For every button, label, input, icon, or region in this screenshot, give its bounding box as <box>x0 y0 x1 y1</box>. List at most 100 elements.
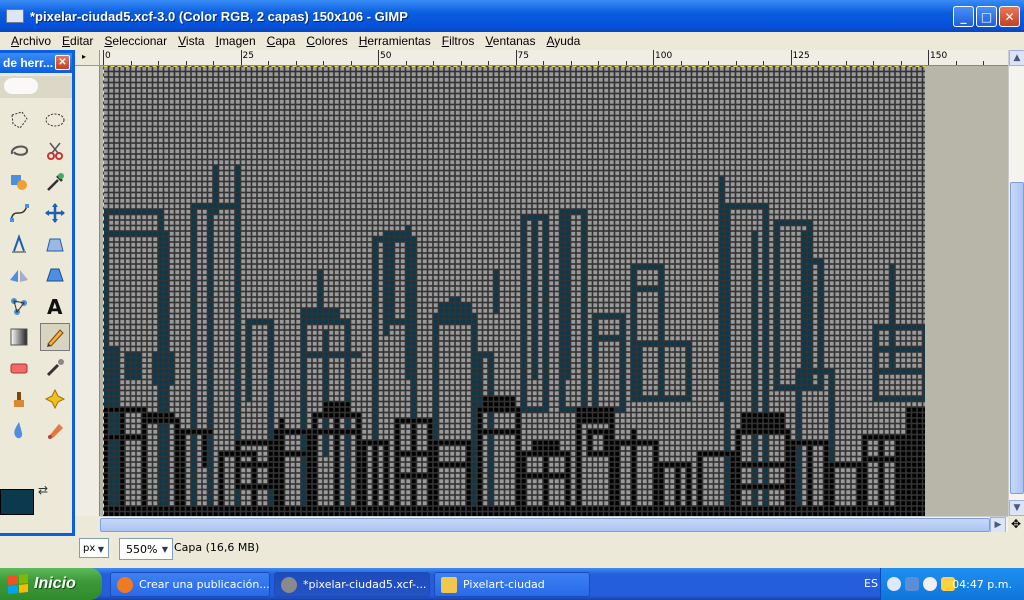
pixel-cell <box>428 116 433 121</box>
lasso-tool-button[interactable] <box>4 137 34 165</box>
free-select-tool-button[interactable] <box>4 106 34 134</box>
pixel-cell <box>323 187 328 192</box>
cage-transform-tool-button[interactable] <box>40 261 70 289</box>
pixel-cell <box>791 182 796 187</box>
pixel-cell <box>763 226 768 231</box>
wilber-drop-area[interactable] <box>0 76 72 98</box>
flip-tool-button[interactable] <box>4 261 34 289</box>
ruler-corner[interactable]: ▸ <box>75 50 100 66</box>
menu-capa[interactable]: Capa <box>262 34 302 48</box>
clone-tool-button[interactable] <box>4 385 34 413</box>
pixel-cell <box>593 88 598 93</box>
pixel-cell <box>263 143 268 148</box>
canvas-area[interactable] <box>100 66 1008 516</box>
pixel-cell <box>197 231 202 236</box>
pixel-cell <box>730 83 735 88</box>
blur-tool-button[interactable] <box>4 416 34 444</box>
pixel-cell <box>411 154 416 159</box>
pixel-cell <box>296 193 301 198</box>
pixel-cell <box>367 165 372 170</box>
pixel-cell <box>543 198 548 203</box>
pixel-cell <box>527 160 532 165</box>
minimize-button[interactable]: _ <box>953 6 974 27</box>
vertical-ruler[interactable] <box>75 66 100 516</box>
pixel-cell <box>609 176 614 181</box>
pixel-cell <box>158 99 163 104</box>
horizontal-ruler[interactable]: 0 25 50 75 100 125 150 <box>100 50 1008 66</box>
pixel-cell <box>604 226 609 231</box>
maximize-button[interactable]: □ <box>976 6 997 27</box>
menu-editar[interactable]: Editar <box>57 34 99 48</box>
gimp-window-icon[interactable] <box>6 9 24 23</box>
pixel-cell <box>670 231 675 236</box>
pixel-cell <box>923 99 925 104</box>
pixel-cell <box>197 116 202 121</box>
menu-vista[interactable]: Vista <box>173 34 210 48</box>
pixel-cell <box>516 99 521 104</box>
pixel-cell <box>285 149 290 154</box>
pixel-cell <box>648 215 653 220</box>
pixel-cell <box>780 143 785 148</box>
pixel-cell <box>576 176 581 181</box>
eraser-tool-button[interactable] <box>4 354 34 382</box>
text-tool-tool-button[interactable]: A <box>40 292 70 320</box>
pixel-cell <box>147 110 152 115</box>
paths-tool-button[interactable] <box>4 199 34 227</box>
move-tool-button[interactable] <box>40 199 70 227</box>
pixel-cell <box>312 143 317 148</box>
airbrush-tool-button[interactable] <box>40 354 70 382</box>
menu-archivo[interactable]: Archivo <box>6 34 57 48</box>
scissors-tool-button[interactable] <box>40 137 70 165</box>
toolbox-title-bar[interactable]: de herr... ✕ <box>0 53 72 73</box>
pixel-cell <box>725 83 730 88</box>
pixel-cell <box>813 226 818 231</box>
pixel-cell <box>631 176 636 181</box>
pixel-cell <box>686 72 691 77</box>
pixel-cell <box>802 66 807 71</box>
menu-ventanas[interactable]: Ventanas <box>480 34 541 48</box>
foreground-color-swatch[interactable] <box>0 489 34 515</box>
text-tool-button[interactable] <box>4 292 34 320</box>
perspective-tool-button[interactable] <box>40 230 70 258</box>
smudge-tool-button[interactable] <box>40 416 70 444</box>
pencil-tool-button[interactable] <box>40 323 70 351</box>
pixel-cell <box>285 193 290 198</box>
pixel-cell <box>378 88 383 93</box>
pixel-cell <box>488 105 493 110</box>
pixel-art-canvas[interactable] <box>103 66 925 516</box>
pixel-cell <box>890 231 895 236</box>
pixel-cell <box>851 99 856 104</box>
pixel-cell <box>147 215 152 220</box>
pixel-cell <box>213 105 218 110</box>
shear-tool-button[interactable] <box>4 230 34 258</box>
pixel-cell <box>472 198 477 203</box>
close-button[interactable]: ✕ <box>999 6 1020 27</box>
pixel-cell <box>752 154 757 159</box>
pixel-cell <box>257 171 262 176</box>
color-picker-tool-button[interactable] <box>40 168 70 196</box>
menu-herramientas[interactable]: Herramientas <box>354 34 437 48</box>
pixel-cell <box>703 237 708 242</box>
swap-colors-icon[interactable]: ⇄ <box>38 483 48 497</box>
pixel-cell <box>103 176 108 181</box>
pixel-cell <box>901 187 906 192</box>
pixel-cell <box>389 182 394 187</box>
pixel-cell <box>450 231 455 236</box>
ellipse-select-tool-button[interactable] <box>40 106 70 134</box>
menu-filtros[interactable]: Filtros <box>437 34 481 48</box>
menu-seleccionar[interactable]: Seleccionar <box>99 34 173 48</box>
gradient-tool-button[interactable] <box>4 323 34 351</box>
menu-ayuda[interactable]: Ayuda <box>541 34 586 48</box>
menu-imagen[interactable]: Imagen <box>211 34 262 48</box>
pixel-cell <box>598 99 603 104</box>
pixel-cell <box>736 198 741 203</box>
foreground-select-tool-button[interactable] <box>4 168 34 196</box>
pixel-cell <box>362 99 367 104</box>
pixel-cell <box>532 138 537 143</box>
heal-tool-button[interactable] <box>40 385 70 413</box>
pixel-cell <box>598 110 603 115</box>
pixel-cell <box>505 226 510 231</box>
pixel-cell <box>191 165 196 170</box>
menu-colores[interactable]: Colores <box>301 34 353 48</box>
toolbox-close-button[interactable]: ✕ <box>55 55 70 70</box>
